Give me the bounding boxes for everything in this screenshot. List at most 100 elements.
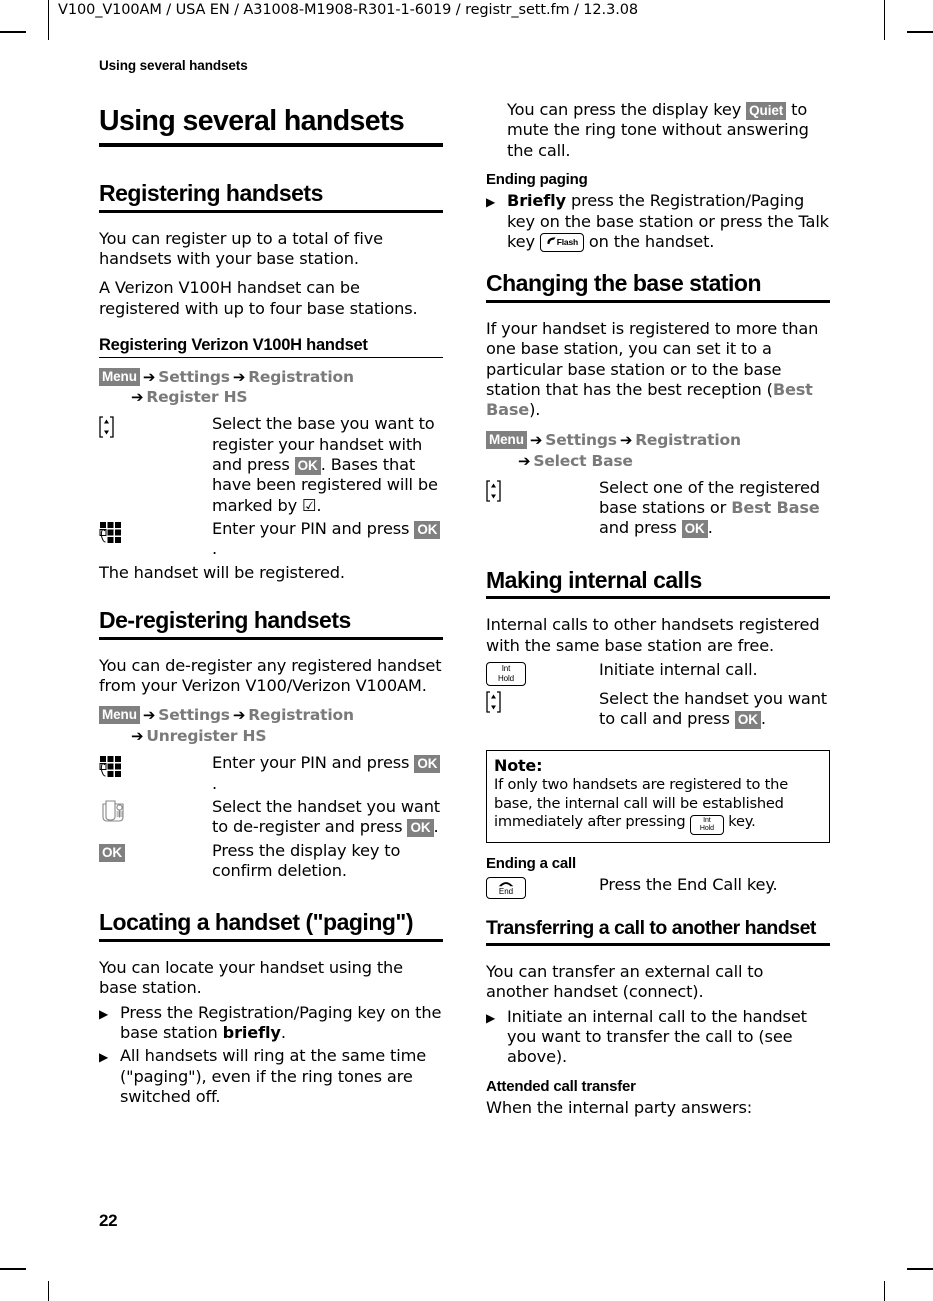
crop-mark-right-bottom: [907, 1268, 933, 1270]
list-item: ▶ Initiate an internal call to the hands…: [486, 1007, 830, 1068]
step-select-base: Select the base you want to register you…: [99, 414, 443, 516]
ok-softkey[interactable]: OK: [407, 819, 434, 838]
ok-softkey[interactable]: OK: [294, 457, 321, 476]
step-text-part-b: and press: [599, 518, 682, 538]
para-part-a: If your handset is registered to more th…: [486, 319, 819, 400]
heading-transferring-call: Transferring a call to another handset: [486, 916, 816, 939]
section-rule: [99, 636, 443, 640]
quiet-softkey[interactable]: Quiet: [746, 102, 787, 120]
int-hold-key-icon[interactable]: Int Hold: [486, 662, 526, 686]
menu-item-select-base[interactable]: Select Base: [533, 452, 633, 470]
menu-key[interactable]: Menu: [99, 706, 140, 725]
bullet-bold-briefly: Briefly: [507, 191, 566, 211]
arrow-icon: ➔: [131, 388, 144, 407]
paragraph-internal-calls-intro: Internal calls to other handsets registe…: [486, 615, 820, 655]
arrow-icon: ➔: [232, 706, 246, 725]
step-end-call: End Press the End Call key.: [486, 875, 830, 899]
menu-item-settings[interactable]: Settings: [545, 431, 617, 449]
int-hold-key-icon[interactable]: Int Hold: [689, 814, 724, 835]
section-rule: [486, 942, 830, 946]
step-text-part-b: .: [212, 539, 217, 559]
arrow-icon: ➔: [518, 451, 531, 470]
menu-item-register-hs[interactable]: Register HS: [146, 388, 247, 406]
step-select-base-text: Select the base you want to register you…: [212, 414, 443, 516]
heading-attended-call-transfer: Attended call transfer: [486, 1077, 636, 1095]
paragraph-when-party-answers: When the internal party answers:: [486, 1097, 753, 1117]
step-enter-pin-register: Enter your PIN and press OK.: [99, 519, 443, 560]
menu-key[interactable]: Menu: [99, 367, 140, 386]
ok-softkey[interactable]: OK: [414, 521, 441, 540]
section-rule: [486, 300, 830, 304]
bullet-text-press-paging: Press the Registration/Paging key on the…: [120, 1003, 443, 1044]
paragraph-changing-base-intro: If your handset is registered to more th…: [486, 319, 830, 421]
int-hold-line-1: Int: [703, 816, 711, 824]
step-text-part-a: Enter your PIN and press: [212, 519, 415, 539]
running-chapter-title: Using several handsets: [99, 58, 248, 73]
end-call-key-icon[interactable]: End: [486, 876, 526, 899]
para-part-b: ).: [529, 400, 541, 420]
section-rule: [486, 596, 830, 600]
handset-on-base-icon: [99, 799, 125, 823]
menu-item-settings[interactable]: Settings: [158, 706, 230, 724]
menu-item-registration[interactable]: Registration: [248, 706, 354, 724]
menu-item-best-base[interactable]: Best Base: [731, 498, 820, 517]
step-select-handset-deregister: Select the handset you want to de-regist…: [99, 797, 443, 838]
paragraph-handset-bases: A Verizon V100H handset can be registere…: [99, 278, 418, 318]
paging-continuation-row: You can press the display key Quiet to m…: [486, 100, 830, 161]
step-text-part-c: .: [707, 518, 713, 538]
step-confirm-deletion-text: Press the display key to confirm deletio…: [212, 840, 401, 880]
nav-key-icon: [486, 479, 501, 502]
step-select-handset-deregister-text: Select the handset you want to de-regist…: [212, 797, 443, 838]
page-number: 22: [99, 1211, 118, 1230]
ok-softkey[interactable]: OK: [681, 520, 708, 539]
note-part-b: key.: [723, 813, 756, 831]
menu-key[interactable]: Menu: [486, 430, 527, 449]
menu-item-registration[interactable]: Registration: [635, 431, 741, 449]
bullet-part-b: .: [280, 1023, 286, 1043]
keypad-icon-cell: [99, 753, 212, 794]
section-rule: [99, 209, 443, 213]
arrow-icon: ➔: [142, 706, 156, 725]
list-item: ▶ Press the Registration/Paging key on t…: [99, 1003, 443, 1044]
ok-softkey[interactable]: OK: [414, 755, 441, 774]
heading-ending-a-call: Ending a call: [486, 854, 576, 872]
step-text-part-c: .: [316, 495, 322, 515]
heading-ending-paging: Ending paging: [486, 170, 588, 188]
menu-path-select-base: Menu ➔ Settings ➔ Registration ➔ Select Base: [486, 430, 830, 472]
bullet-text-ending-paging: Briefly press the Registration/Paging ke…: [507, 191, 830, 252]
list-item: ▶ Briefly press the Registration/Paging …: [486, 191, 830, 252]
step-initiate-internal-call-text: Initiate internal call.: [599, 660, 758, 679]
ok-softkey[interactable]: OK: [734, 711, 761, 730]
menu-item-unregister-hs[interactable]: Unregister HS: [146, 727, 266, 745]
step-text-part-a: Select the handset you want to de-regist…: [212, 796, 440, 837]
paragraph-deregister-intro: You can de-register any registered hands…: [99, 655, 442, 696]
menu-item-settings[interactable]: Settings: [158, 368, 230, 386]
bullet-spacer: [486, 100, 507, 161]
step-enter-pin-deregister: Enter your PIN and press OK.: [99, 753, 443, 794]
int-hold-line-2: Hold: [699, 825, 714, 833]
paragraph-locate-intro: You can locate your handset using the ba…: [99, 958, 403, 998]
heading-changing-base-station: Changing the base station: [486, 270, 762, 297]
menu-path-register-hs: Menu ➔ Settings ➔ Registration ➔ Register HS: [99, 367, 443, 409]
ok-softkey[interactable]: OK: [99, 843, 126, 862]
title-rule: [99, 142, 443, 147]
left-column: Using several handsets Using several han…: [99, 58, 443, 1110]
bullet-triangle-icon: ▶: [99, 1050, 109, 1065]
document-page: V100_V100AM / USA EN / A31008-M1908-R301…: [0, 0, 933, 1301]
step-enter-pin-text: Enter your PIN and press OK.: [212, 519, 443, 560]
bullet-bold-briefly: briefly: [222, 1023, 281, 1043]
note-box: Note: If only two handsets are registere…: [486, 749, 830, 843]
quiet-text-part-a: You can press the display key: [507, 100, 747, 119]
step-confirm-deletion: OK Press the display key to confirm dele…: [99, 841, 443, 882]
keypad-icon: [99, 755, 123, 779]
step-enter-pin-deregister-text: Enter your PIN and press OK.: [212, 753, 443, 794]
heading-making-internal-calls: Making internal calls: [486, 566, 702, 593]
bullet-text-initiate-transfer: Initiate an internal call to the handset…: [507, 1006, 807, 1067]
note-title: Note:: [494, 755, 543, 775]
step-text-part-a: Enter your PIN and press: [212, 753, 415, 773]
step-select-handset-call-text: Select the handset you want to call and …: [599, 689, 830, 730]
menu-item-registration[interactable]: Registration: [248, 368, 354, 386]
talk-flash-key-icon[interactable]: Flash: [539, 232, 584, 252]
nav-key-icon: [99, 416, 114, 439]
step-text-part-b: .: [212, 773, 217, 793]
